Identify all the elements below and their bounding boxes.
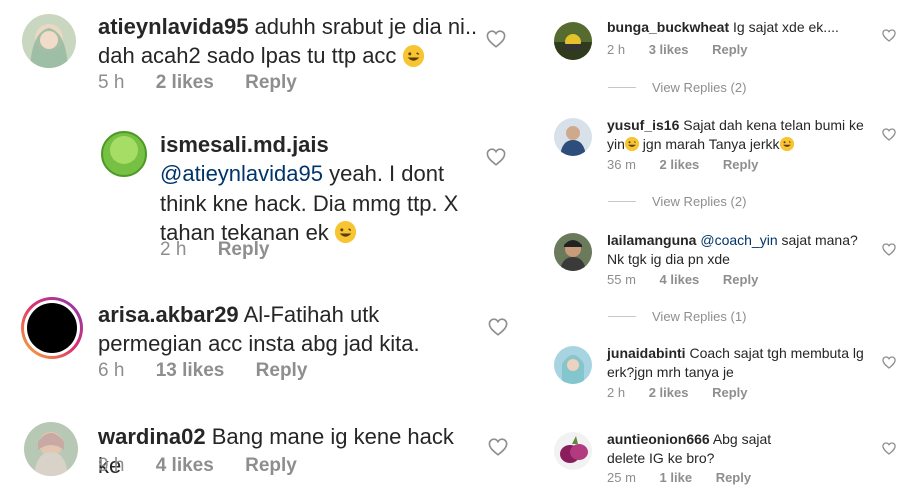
avatar[interactable] <box>20 296 84 360</box>
comment-likes[interactable]: 4 likes <box>156 455 214 477</box>
grinning-face-emoji <box>402 44 424 67</box>
comment-time: 2 h <box>607 385 626 400</box>
comment-username[interactable]: ismesali.md.jais <box>160 132 329 157</box>
avatar[interactable] <box>24 422 78 476</box>
comment-likes[interactable]: 1 like <box>660 470 693 485</box>
comment-meta: 2 h 3 likes Reply <box>607 42 768 57</box>
comment-mention[interactable]: @atieynlavida95 <box>160 161 323 186</box>
avatar[interactable] <box>554 118 592 156</box>
comment-meta: 5 h 2 likes Reply <box>98 72 323 94</box>
comment-username[interactable]: lailamanguna <box>607 232 696 248</box>
avatar[interactable] <box>100 130 148 178</box>
comment-likes[interactable]: 3 likes <box>649 42 689 57</box>
avatar[interactable] <box>554 346 592 384</box>
comment-time: 2 h <box>160 239 187 260</box>
comment-text: junaidabinti Coach sajat tgh membuta lg … <box>607 344 877 381</box>
comment-text: ismesali.md.jais @atieynlavida95 yeah. I… <box>160 130 470 247</box>
view-replies-label: View Replies (1) <box>652 309 747 325</box>
comment-item: wardina02 Bang mane ig kene hack ke 9 h … <box>0 400 528 500</box>
heart-outline-icon[interactable] <box>486 148 506 166</box>
heart-outline-icon[interactable] <box>486 30 506 48</box>
comment-username[interactable]: wardina02 <box>98 424 206 449</box>
comment-item: arisa.akbar29 Al-Fatihah utk permegian a… <box>0 280 528 400</box>
comment-username[interactable]: yusuf_is16 <box>607 117 679 133</box>
comment-likes[interactable]: 2 likes <box>649 385 689 400</box>
comment-text: bunga_buckwheat Ig sajat xde ek.... <box>607 18 877 37</box>
comment-username[interactable]: arisa.akbar29 <box>98 302 239 327</box>
comment-time: 9 h <box>98 455 125 476</box>
comment-time: 25 m <box>607 470 636 485</box>
comment-meta: 25 m 1 like Reply <box>607 470 771 485</box>
comment-text: yusuf_is16 Sajat dah kena telan bumi ke … <box>607 116 877 153</box>
view-replies-line <box>608 87 636 89</box>
comment-body: Ig sajat xde ek.... <box>733 19 839 35</box>
comment-likes[interactable]: 2 likes <box>660 157 700 172</box>
comment-username[interactable]: atieynlavida95 <box>98 14 248 39</box>
comment-username[interactable]: bunga_buckwheat <box>607 19 729 35</box>
view-replies-button[interactable]: View Replies (2) <box>608 79 746 95</box>
comment-text: arisa.akbar29 Al-Fatihah utk permegian a… <box>98 300 478 359</box>
comment-item: bunga_buckwheat Ig sajat xde ek.... 2 h … <box>536 0 912 104</box>
reply-button[interactable]: Reply <box>712 385 747 400</box>
heart-outline-icon[interactable] <box>882 356 896 369</box>
view-replies-line <box>608 201 636 203</box>
comment-meta: 55 m 4 likes Reply <box>607 272 778 287</box>
comment-meta: 2 h 2 likes Reply <box>607 385 768 400</box>
comment-text: atieynlavida95 aduhh srabut je dia ni.. … <box>98 12 478 71</box>
reply-button[interactable]: Reply <box>245 455 297 477</box>
comment-item: yusuf_is16 Sajat dah kena telan bumi ke … <box>536 104 912 219</box>
comment-item: atieynlavida95 aduhh srabut je dia ni.. … <box>0 0 528 110</box>
comment-time: 2 h <box>607 42 626 57</box>
grinning-face-emoji <box>334 221 356 244</box>
comment-meta: 9 h 4 likes Reply <box>98 455 323 477</box>
comment-text: lailamanguna @coach_yin sajat mana? Nk t… <box>607 231 877 268</box>
heart-outline-icon[interactable] <box>882 128 896 141</box>
view-replies-label: View Replies (2) <box>652 80 747 96</box>
heart-outline-icon[interactable] <box>882 29 896 42</box>
reply-button[interactable]: Reply <box>723 157 758 172</box>
comment-time: 36 m <box>607 157 636 172</box>
comment-likes[interactable]: 2 likes <box>156 72 214 94</box>
reply-button[interactable]: Reply <box>723 272 758 287</box>
comment-item: ismesali.md.jais @atieynlavida95 yeah. I… <box>0 110 528 280</box>
comment-body-continued: jgn marah Tanya jerkk <box>642 135 780 152</box>
comment-time: 55 m <box>607 272 636 287</box>
reply-button[interactable]: Reply <box>256 360 308 382</box>
view-replies-button[interactable]: View Replies (1) <box>608 308 746 324</box>
grinning-face-emoji <box>624 136 639 151</box>
comment-likes[interactable]: 4 likes <box>660 272 700 287</box>
panel-divider <box>528 0 536 500</box>
reply-button[interactable]: Reply <box>712 42 747 57</box>
reply-button[interactable]: Reply <box>245 72 297 94</box>
heart-outline-icon[interactable] <box>488 438 508 456</box>
right-comments-panel: bunga_buckwheat Ig sajat xde ek.... 2 h … <box>536 0 912 500</box>
comment-username[interactable]: auntieonion666 <box>607 431 710 447</box>
avatar[interactable] <box>554 233 592 271</box>
reply-button[interactable]: Reply <box>218 239 270 261</box>
comment-likes[interactable]: 13 likes <box>156 360 225 382</box>
comment-text: auntieonion666 Abg sajat delete IG ke br… <box>607 430 807 467</box>
comment-meta: 6 h 13 likes Reply <box>98 360 333 382</box>
comment-mention[interactable]: @coach_yin <box>700 232 777 248</box>
comment-item: auntieonion666 Abg sajat delete IG ke br… <box>536 420 912 500</box>
grinning-face-emoji <box>779 136 794 151</box>
left-comments-panel: atieynlavida95 aduhh srabut je dia ni.. … <box>0 0 528 500</box>
heart-outline-icon[interactable] <box>882 243 896 256</box>
heart-outline-icon[interactable] <box>488 318 508 336</box>
view-replies-button[interactable]: View Replies (2) <box>608 193 746 209</box>
comment-meta: 36 m 2 likes Reply <box>607 157 778 172</box>
comment-meta: 2 h Reply <box>160 239 295 261</box>
comment-item: junaidabinti Coach sajat tgh membuta lg … <box>536 334 912 420</box>
comment-time: 6 h <box>98 360 125 381</box>
avatar[interactable] <box>22 14 76 68</box>
comment-item: lailamanguna @coach_yin sajat mana? Nk t… <box>536 219 912 334</box>
heart-outline-icon[interactable] <box>882 442 896 455</box>
reply-button[interactable]: Reply <box>716 470 751 485</box>
avatar[interactable] <box>554 432 592 470</box>
view-replies-line <box>608 316 636 318</box>
view-replies-label: View Replies (2) <box>652 194 747 210</box>
avatar[interactable] <box>554 22 592 60</box>
comment-username[interactable]: junaidabinti <box>607 345 686 361</box>
comment-time: 5 h <box>98 72 125 93</box>
